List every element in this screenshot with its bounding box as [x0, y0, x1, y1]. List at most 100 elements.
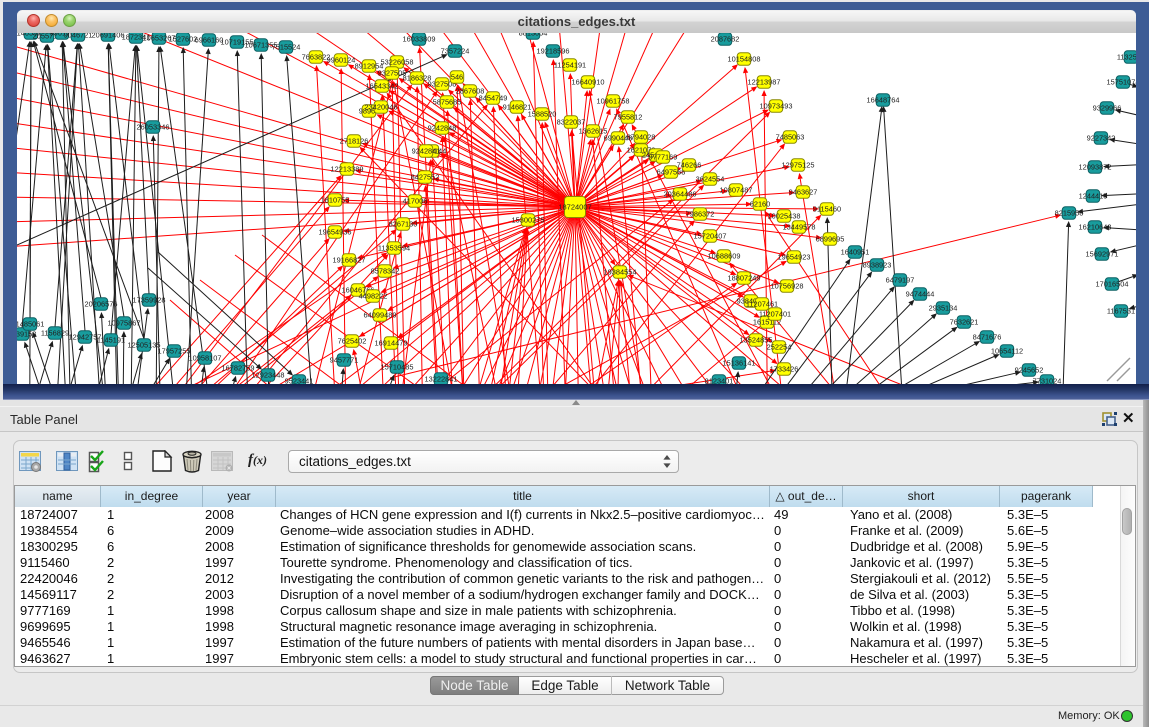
- svg-text:1167531: 1167531: [1107, 306, 1135, 315]
- svg-text:15692971: 15692971: [1086, 249, 1119, 258]
- svg-text:15720407: 15720407: [694, 231, 727, 240]
- svg-text:252254: 252254: [767, 342, 792, 351]
- svg-text:546: 546: [451, 72, 463, 81]
- svg-text:1145191: 1145191: [97, 335, 125, 344]
- svg-text:12213389: 12213389: [331, 164, 364, 173]
- svg-text:9242841: 9242841: [412, 146, 441, 155]
- svg-text:1588520: 1588520: [528, 109, 557, 118]
- svg-text:17957255: 17957255: [158, 346, 191, 355]
- svg-text:8813054: 8813054: [519, 33, 548, 37]
- svg-text:10025438: 10025438: [768, 211, 801, 220]
- svg-text:8322037: 8322037: [557, 117, 586, 126]
- svg-text:12505135: 12505135: [128, 340, 161, 349]
- svg-text:19654935: 19654935: [319, 227, 352, 236]
- svg-text:6966160: 6966160: [195, 35, 224, 44]
- svg-text:13449578: 13449578: [783, 222, 816, 231]
- svg-text:9227342: 9227342: [1087, 133, 1116, 142]
- svg-text:7625402: 7625402: [338, 336, 367, 345]
- svg-text:19384554: 19384554: [604, 267, 637, 276]
- svg-text:9960124: 9960124: [327, 55, 356, 64]
- svg-text:2935134: 2935134: [929, 303, 958, 312]
- svg-text:6899695: 6899695: [816, 234, 845, 243]
- svg-text:9046721: 9046721: [64, 33, 93, 39]
- svg-text:1244415: 1244415: [1079, 191, 1108, 200]
- svg-text:11207461: 11207461: [746, 299, 778, 308]
- svg-text:19166827: 19166827: [333, 255, 366, 264]
- svg-text:15751074: 15751074: [1107, 77, 1136, 86]
- svg-text:9777169: 9777169: [649, 152, 678, 161]
- svg-text:18724007: 18724007: [558, 202, 591, 211]
- svg-text:19654923: 19654923: [778, 252, 811, 261]
- svg-text:3624554: 3624554: [696, 174, 725, 183]
- svg-text:18807249: 18807249: [728, 273, 761, 282]
- svg-text:9474444: 9474444: [906, 289, 935, 298]
- svg-text:2087682: 2087682: [711, 34, 740, 43]
- svg-text:9329966: 9329966: [1093, 103, 1122, 112]
- svg-text:10654112: 10654112: [991, 346, 1023, 355]
- svg-text:17359928: 17359928: [133, 295, 166, 304]
- svg-text:16640910: 16640910: [572, 77, 605, 86]
- svg-text:12975125: 12975125: [782, 160, 815, 169]
- svg-text:11254191: 11254191: [554, 60, 586, 69]
- svg-text:62160: 62160: [750, 199, 771, 208]
- svg-text:417006: 417006: [403, 196, 428, 205]
- svg-text:7357224: 7357224: [441, 46, 470, 55]
- svg-text:8123401: 8123401: [705, 376, 734, 384]
- svg-text:7955812: 7955812: [614, 112, 643, 121]
- svg-text:10975867: 10975867: [108, 318, 141, 327]
- svg-text:8215958: 8215958: [1055, 208, 1084, 217]
- svg-text:16543342: 16543342: [366, 81, 399, 90]
- svg-text:9523441: 9523441: [285, 376, 314, 384]
- svg-text:7485063: 7485063: [776, 132, 805, 141]
- svg-text:16210643: 16210643: [1079, 222, 1112, 231]
- svg-text:1527602: 1527602: [169, 34, 198, 43]
- svg-text:9457771: 9457771: [330, 355, 359, 364]
- svg-text:17016504: 17016504: [1096, 279, 1129, 288]
- svg-text:12923448: 12923448: [252, 370, 285, 379]
- svg-text:8471676: 8471676: [973, 332, 1002, 341]
- svg-text:53226058: 53226058: [381, 57, 414, 66]
- svg-text:10958107: 10958107: [189, 353, 222, 362]
- svg-text:10154808: 10154808: [728, 54, 761, 63]
- svg-text:8454749: 8454749: [479, 93, 508, 102]
- svg-text:64099489: 64099489: [364, 310, 397, 319]
- svg-text:26053346: 26053346: [137, 122, 170, 131]
- svg-text:8578342: 8578342: [371, 266, 400, 275]
- svg-text:16033809: 16033809: [403, 34, 436, 43]
- svg-text:11207401: 11207401: [759, 309, 791, 318]
- svg-text:12093872: 12093872: [1079, 162, 1112, 171]
- svg-text:1640951: 1640951: [841, 247, 870, 256]
- svg-text:13222841: 13222841: [425, 374, 458, 383]
- svg-text:10961758: 10961758: [597, 96, 630, 105]
- svg-text:16648764: 16648764: [867, 95, 900, 104]
- svg-text:2718126: 2718126: [340, 136, 369, 145]
- svg-text:20364486: 20364486: [664, 189, 697, 198]
- svg-text:1733426: 1733426: [770, 364, 799, 373]
- svg-text:10807487: 10807487: [720, 185, 753, 194]
- svg-text:746266: 746266: [677, 160, 702, 169]
- svg-text:15710485: 15710485: [381, 362, 414, 371]
- svg-text:4498222: 4498222: [359, 291, 388, 300]
- svg-text:8938923: 8938923: [863, 260, 892, 269]
- svg-text:9463627: 9463627: [789, 187, 818, 196]
- svg-text:10688609: 10688609: [708, 251, 741, 260]
- svg-text:7986372: 7986372: [686, 209, 715, 218]
- svg-text:7515524: 7515524: [272, 42, 301, 51]
- svg-text:6479197: 6479197: [886, 275, 915, 284]
- svg-text:9245652: 9245652: [1015, 365, 1044, 374]
- svg-text:19218596: 19218596: [537, 46, 570, 55]
- svg-text:20206576: 20206576: [85, 299, 118, 308]
- svg-text:1156829: 1156829: [41, 328, 69, 337]
- svg-text:5875685: 5875685: [433, 97, 462, 106]
- svg-text:9115460: 9115460: [813, 204, 841, 213]
- svg-text:8427552: 8427552: [411, 172, 440, 181]
- svg-text:15136141: 15136141: [723, 358, 756, 367]
- svg-text:1810755: 1810755: [321, 195, 350, 204]
- svg-text:23420046: 23420046: [365, 102, 398, 111]
- svg-text:20691406: 20691406: [92, 33, 125, 39]
- svg-text:9242848: 9242848: [428, 123, 457, 132]
- svg-text:16782759: 16782759: [222, 363, 255, 372]
- svg-text:6794028: 6794028: [627, 132, 656, 141]
- svg-text:1485061: 1485061: [17, 319, 44, 328]
- svg-text:10756928: 10756928: [771, 281, 804, 290]
